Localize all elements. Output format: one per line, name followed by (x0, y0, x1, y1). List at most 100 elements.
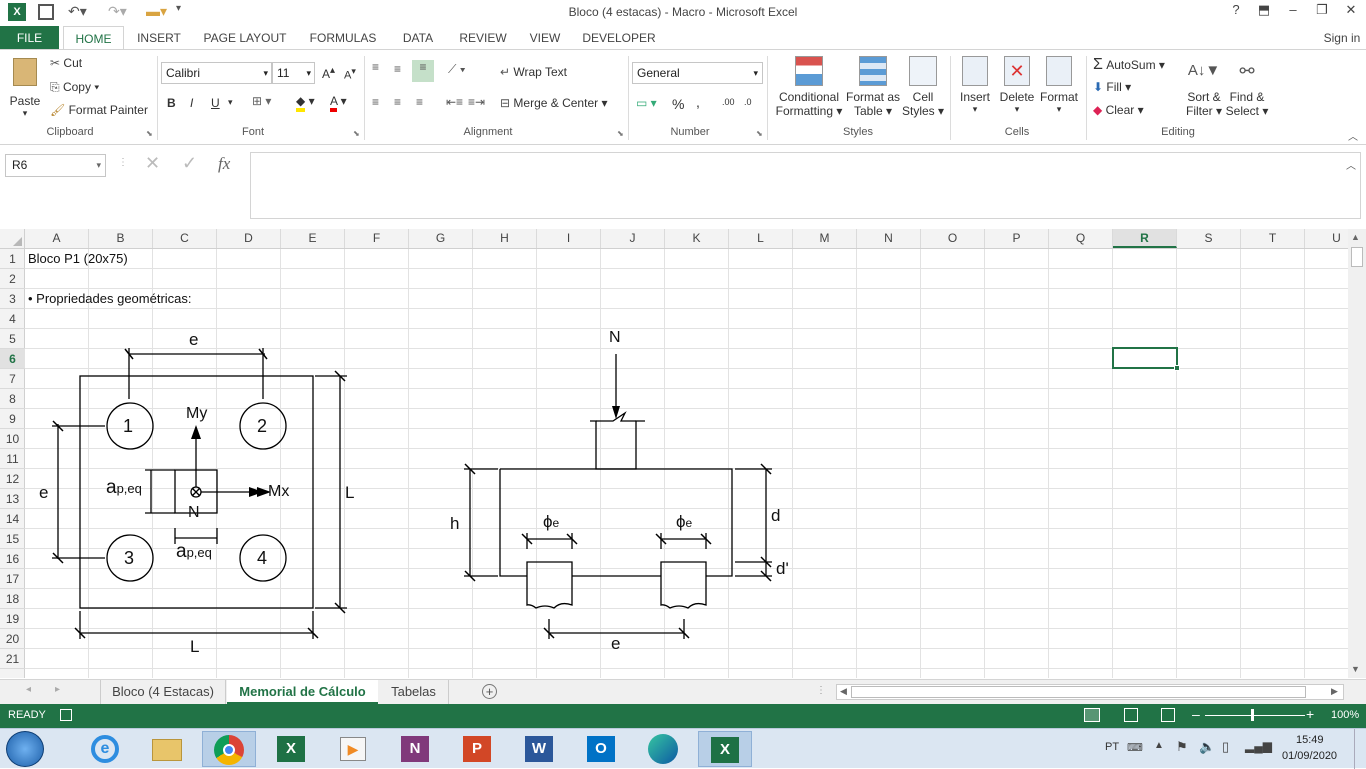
column-header-l[interactable]: L (729, 229, 793, 248)
select-all-corner[interactable] (0, 229, 25, 248)
font-launcher-icon[interactable]: ⬊ (353, 129, 360, 138)
row-header-21[interactable]: 21 (0, 649, 25, 669)
pile-cap-section-drawing[interactable] (455, 319, 815, 649)
align-middle-icon[interactable]: ≡ (394, 62, 401, 76)
explorer-icon[interactable] (140, 731, 194, 767)
macro-record-icon[interactable] (60, 709, 72, 721)
conditional-formatting-button[interactable]: Conditional Formatting ▾ (775, 54, 843, 118)
column-header-r[interactable]: R (1113, 229, 1177, 248)
clock-time[interactable]: 15:49 (1296, 734, 1324, 746)
row-header-20[interactable]: 20 (0, 629, 25, 649)
name-box[interactable]: R6 ▾ (5, 154, 106, 177)
selected-cell-r6[interactable] (1112, 347, 1180, 371)
tab-file[interactable]: FILE (0, 26, 59, 50)
sort-filter-button[interactable]: A↓▼ Sort & Filter ▾ (1183, 54, 1225, 118)
tab-view[interactable]: VIEW (522, 26, 568, 50)
autosum-button[interactable]: Σ AutoSum ▾ (1093, 56, 1165, 74)
align-bottom-icon[interactable]: ≡ (412, 60, 434, 82)
excel-active-icon[interactable]: X (698, 731, 752, 767)
media-player-icon[interactable]: ▶ (326, 731, 380, 767)
excel-icon[interactable]: X (264, 731, 318, 767)
comma-button[interactable]: , (696, 94, 700, 110)
sheet-tab-memorial[interactable]: Memorial de Cálculo (227, 680, 378, 704)
column-header-a[interactable]: A (25, 229, 89, 248)
grow-font-icon[interactable]: A▴ (322, 65, 335, 81)
ribbon-display-icon[interactable]: ⬒ (1250, 2, 1278, 24)
row-header-17[interactable]: 17 (0, 569, 25, 589)
zoom-slider-thumb[interactable] (1251, 709, 1254, 721)
column-header-p[interactable]: P (985, 229, 1049, 248)
find-select-button[interactable]: ⚯ Find & Select ▾ (1225, 54, 1269, 118)
cancel-icon[interactable]: ✕ (145, 153, 160, 174)
number-launcher-icon[interactable]: ⬊ (756, 129, 763, 138)
cut-button[interactable]: ✂ Cut (50, 56, 82, 70)
row-header-3[interactable]: 3 (0, 289, 25, 309)
vertical-scroll-thumb[interactable] (1351, 247, 1363, 267)
keyboard-icon[interactable]: ⌨ (1127, 741, 1143, 754)
tab-home[interactable]: HOME (63, 26, 124, 50)
normal-view-icon[interactable] (1084, 708, 1100, 722)
tab-data[interactable]: DATA (393, 26, 443, 50)
align-top-icon[interactable]: ≡ (372, 60, 379, 74)
format-painter-button[interactable]: 🖌 Format Painter (50, 103, 148, 117)
tab-developer[interactable]: DEVELOPER (578, 26, 660, 50)
copy-button[interactable]: ⎘ Copy ▾ (50, 80, 99, 95)
clock-date[interactable]: 01/09/2020 (1282, 750, 1337, 762)
formula-input[interactable] (250, 152, 1361, 219)
page-layout-view-icon[interactable] (1124, 708, 1138, 722)
restore-icon[interactable]: ❐ (1308, 2, 1336, 24)
column-header-i[interactable]: I (537, 229, 601, 248)
flag-icon[interactable]: ⚑ (1176, 739, 1188, 755)
column-header-g[interactable]: G (409, 229, 473, 248)
insert-function-icon[interactable]: fx (218, 154, 230, 174)
scroll-right-icon[interactable]: ▶ (1331, 686, 1338, 697)
shrink-font-icon[interactable]: A▾ (344, 66, 356, 82)
underline-dropdown-icon[interactable]: ▾ (228, 97, 233, 108)
onenote-icon[interactable]: N (388, 731, 442, 767)
row-header-5[interactable]: 5 (0, 329, 25, 349)
sheet-nav-prev-icon[interactable]: ◂ (26, 684, 31, 695)
vertical-scrollbar[interactable]: ▲ ▼ (1348, 229, 1366, 678)
row-header-2[interactable]: 2 (0, 269, 25, 289)
zoom-in-icon[interactable]: + (1306, 706, 1314, 722)
increase-decimal-icon[interactable]: .00 (722, 97, 735, 107)
powerpoint-icon[interactable]: P (450, 731, 504, 767)
decrease-indent-icon[interactable]: ⇤≡ (446, 95, 463, 109)
column-header-o[interactable]: O (921, 229, 985, 248)
scroll-left-icon[interactable]: ◀ (840, 686, 847, 697)
tab-formulas[interactable]: FORMULAS (303, 26, 383, 50)
percent-button[interactable]: % (672, 96, 684, 112)
minimize-icon[interactable]: – (1279, 2, 1307, 24)
page-break-view-icon[interactable] (1161, 708, 1175, 722)
column-header-m[interactable]: M (793, 229, 857, 248)
row-header-8[interactable]: 8 (0, 389, 25, 409)
enter-icon[interactable]: ✓ (182, 153, 197, 174)
row-header-15[interactable]: 15 (0, 529, 25, 549)
cell-styles-button[interactable]: Cell Styles ▾ (902, 54, 944, 118)
format-cells-button[interactable]: Format ▾ (1038, 54, 1080, 115)
clipboard-launcher-icon[interactable]: ⬊ (146, 129, 153, 138)
font-size-combo[interactable]: 11 ▾ (272, 62, 315, 84)
underline-button[interactable]: U (211, 96, 220, 110)
edge-icon[interactable] (636, 731, 690, 767)
column-header-j[interactable]: J (601, 229, 665, 248)
fill-color-icon[interactable]: ◆ ▾ (296, 94, 315, 112)
language-indicator[interactable]: PT (1105, 741, 1119, 753)
align-left-icon[interactable]: ≡ (372, 95, 379, 109)
add-sheet-icon[interactable]: + (482, 684, 497, 699)
delete-cells-button[interactable]: ✕ Delete ▾ (997, 54, 1037, 115)
ie-icon[interactable]: e (78, 731, 132, 767)
row-header-16[interactable]: 16 (0, 549, 25, 569)
row-header-13[interactable]: 13 (0, 489, 25, 509)
italic-button[interactable]: I (190, 96, 193, 110)
row-header-4[interactable]: 4 (0, 309, 25, 329)
collapse-ribbon-icon[interactable]: ︿ (1348, 128, 1358, 143)
pile-cap-plan-drawing[interactable] (25, 249, 385, 678)
column-header-h[interactable]: H (473, 229, 537, 248)
sheet-nav-next-icon[interactable]: ▸ (55, 684, 60, 695)
show-desktop-button[interactable] (1354, 729, 1366, 769)
row-header-19[interactable]: 19 (0, 609, 25, 629)
row-header-14[interactable]: 14 (0, 509, 25, 529)
power-icon[interactable]: ▯ (1222, 739, 1229, 755)
sign-in-link[interactable]: Sign in (1320, 26, 1364, 50)
